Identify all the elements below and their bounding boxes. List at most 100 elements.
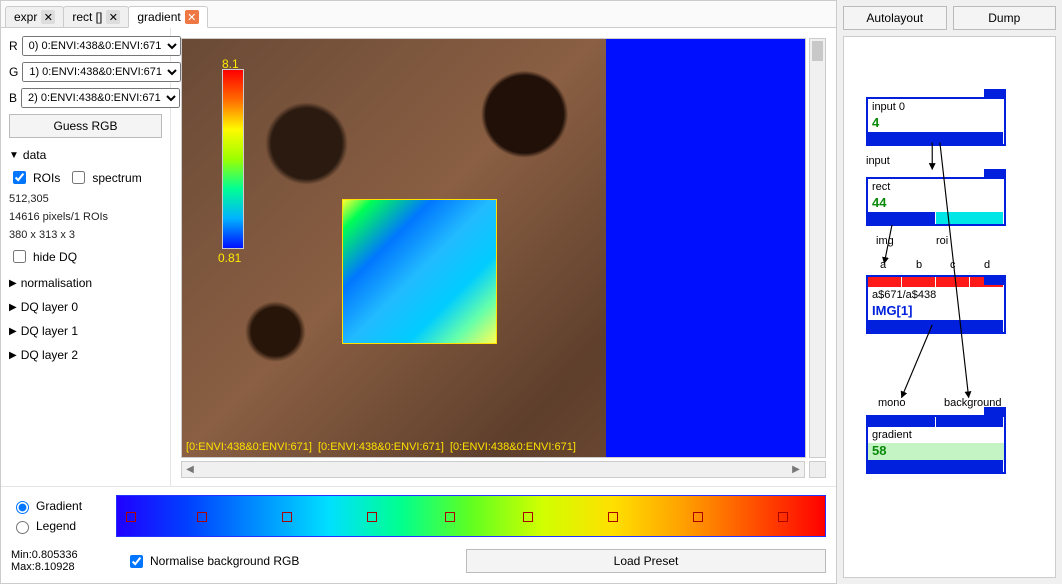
spectrum-checkbox[interactable] [72, 171, 85, 184]
gradient-handle[interactable] [693, 512, 703, 522]
port-label-img: img [876, 235, 894, 247]
guess-rgb-button[interactable]: Guess RGB [9, 114, 162, 138]
node-handle[interactable] [984, 407, 1006, 417]
normalise-bg-label: Normalise background RGB [150, 554, 299, 568]
gradient-handle[interactable] [445, 512, 455, 522]
roi-stats-value: 14616 pixels/1 ROIs [9, 211, 162, 223]
coords-value: 512,305 [9, 193, 162, 205]
port-label-b: b [916, 259, 922, 271]
info-label: [0:ENVI:438&0:ENVI:671] [186, 441, 312, 453]
section-dqlayer1-label: DQ layer 1 [21, 324, 78, 338]
spectrum-label: spectrum [92, 171, 141, 185]
node-title: gradient [868, 427, 1004, 443]
zoom-handle[interactable] [809, 461, 826, 478]
port-label-input: input [866, 155, 890, 167]
load-preset-button[interactable]: Load Preset [466, 549, 826, 573]
channel-g-label: G [9, 65, 18, 79]
normalise-bg-checkbox[interactable] [130, 555, 143, 568]
node-count: 58 [868, 443, 1004, 460]
node-input0[interactable]: input 0 4 [866, 97, 1006, 146]
scroll-right-icon[interactable]: ▶ [788, 462, 804, 477]
channel-info-labels: [0:ENVI:438&0:ENVI:671] [0:ENVI:438&0:EN… [186, 441, 576, 453]
normalise-bg-checkbox-row[interactable]: Normalise background RGB [126, 552, 299, 571]
horizontal-scrollbar[interactable]: ◀ ▶ [181, 461, 805, 478]
gradient-handle[interactable] [126, 512, 136, 522]
port-label-c: c [950, 259, 956, 271]
node-rect[interactable]: rect 44 [866, 177, 1006, 226]
mode-legend-radio[interactable]: Legend [11, 518, 106, 534]
chevron-right-icon: ▶ [9, 326, 17, 337]
scroll-left-icon[interactable]: ◀ [182, 462, 198, 477]
node-count: 4 [868, 115, 1004, 132]
tab-label: rect [] [72, 10, 102, 24]
port-label-roi: roi [936, 235, 948, 247]
mode-legend-label: Legend [36, 519, 76, 533]
hide-dq-checkbox[interactable] [13, 250, 26, 263]
close-icon[interactable]: ✕ [106, 10, 120, 24]
port-label-d: d [984, 259, 990, 271]
rois-label: ROIs [33, 171, 60, 185]
section-data-label: data [23, 148, 46, 162]
section-dqlayer0-label: DQ layer 0 [21, 300, 78, 314]
gradient-handle[interactable] [282, 512, 292, 522]
colorscale-min: 0.81 [218, 251, 241, 265]
tab-label: expr [14, 10, 37, 24]
node-graph[interactable]: input 0 4 input rect 44 img roi a b c d [843, 36, 1056, 578]
node-count: 44 [868, 195, 1004, 212]
info-label: [0:ENVI:438&0:ENVI:671] [450, 441, 576, 453]
tab-rect[interactable]: rect [] ✕ [63, 6, 129, 27]
tab-gradient[interactable]: gradient ✕ [128, 6, 207, 28]
gradient-handle[interactable] [778, 512, 788, 522]
tab-bar: expr ✕ rect [] ✕ gradient ✕ [1, 1, 836, 27]
channel-r-select[interactable]: 0) 0:ENVI:438&0:ENVI:671 [22, 36, 181, 56]
rois-checkbox[interactable] [13, 171, 26, 184]
chevron-right-icon: ▶ [9, 350, 17, 361]
gradient-handle[interactable] [367, 512, 377, 522]
info-label: [0:ENVI:438&0:ENVI:671] [318, 441, 444, 453]
gradient-editor[interactable] [116, 495, 826, 537]
section-normalisation-toggle[interactable]: ▶ normalisation [9, 276, 162, 290]
node-handle[interactable] [984, 169, 1006, 179]
section-data-toggle[interactable]: ▼ data [9, 148, 162, 162]
gradient-handle[interactable] [197, 512, 207, 522]
node-gradient[interactable]: gradient 58 [866, 415, 1006, 474]
section-dqlayer0-toggle[interactable]: ▶ DQ layer 0 [9, 300, 162, 314]
image-viewer[interactable]: 8.1 0.81 [0:ENVI:438&0:ENVI:671] [0:ENVI… [181, 38, 806, 458]
config-panel: R 0) 0:ENVI:438&0:ENVI:671 G 1) 0:ENVI:4… [1, 28, 171, 486]
node-handle[interactable] [984, 89, 1006, 99]
autolayout-button[interactable]: Autolayout [843, 6, 947, 30]
section-normalisation-label: normalisation [21, 276, 92, 290]
chevron-down-icon: ▼ [9, 150, 19, 161]
close-icon[interactable]: ✕ [41, 10, 55, 24]
node-title: input 0 [868, 99, 1004, 115]
colorscale-bar [222, 69, 244, 249]
channel-r-label: R [9, 39, 18, 53]
node-title: a$671/a$438 [868, 287, 1004, 303]
channel-b-label: B [9, 91, 17, 105]
mode-gradient-radio[interactable]: Gradient [11, 498, 106, 514]
dims-value: 380 x 313 x 3 [9, 229, 162, 241]
vertical-scrollbar[interactable] [809, 38, 826, 458]
channel-g-select[interactable]: 1) 0:ENVI:438&0:ENVI:671 [22, 62, 181, 82]
node-expr[interactable]: a$671/a$438 IMG[1] [866, 275, 1006, 334]
stat-max: Max:8.10928 [11, 561, 106, 573]
section-dqlayer1-toggle[interactable]: ▶ DQ layer 1 [9, 324, 162, 338]
section-dqlayer2-label: DQ layer 2 [21, 348, 78, 362]
chevron-right-icon: ▶ [9, 278, 17, 289]
tab-expr[interactable]: expr ✕ [5, 6, 64, 27]
channel-b-select[interactable]: 2) 0:ENVI:438&0:ENVI:671 [21, 88, 180, 108]
section-dqlayer2-toggle[interactable]: ▶ DQ layer 2 [9, 348, 162, 362]
port-label-a: a [880, 259, 886, 271]
node-handle[interactable] [984, 275, 1006, 285]
gradient-handle[interactable] [608, 512, 618, 522]
nodata-region [606, 39, 805, 457]
node-title: rect [868, 179, 1004, 195]
tab-label: gradient [137, 10, 180, 24]
gradient-handle[interactable] [523, 512, 533, 522]
mode-gradient-label: Gradient [36, 499, 82, 513]
dump-button[interactable]: Dump [953, 6, 1057, 30]
hide-dq-label: hide DQ [33, 250, 77, 264]
roi-overlay[interactable] [342, 199, 497, 344]
close-icon[interactable]: ✕ [185, 10, 199, 24]
port-label-mono: mono [878, 397, 906, 409]
